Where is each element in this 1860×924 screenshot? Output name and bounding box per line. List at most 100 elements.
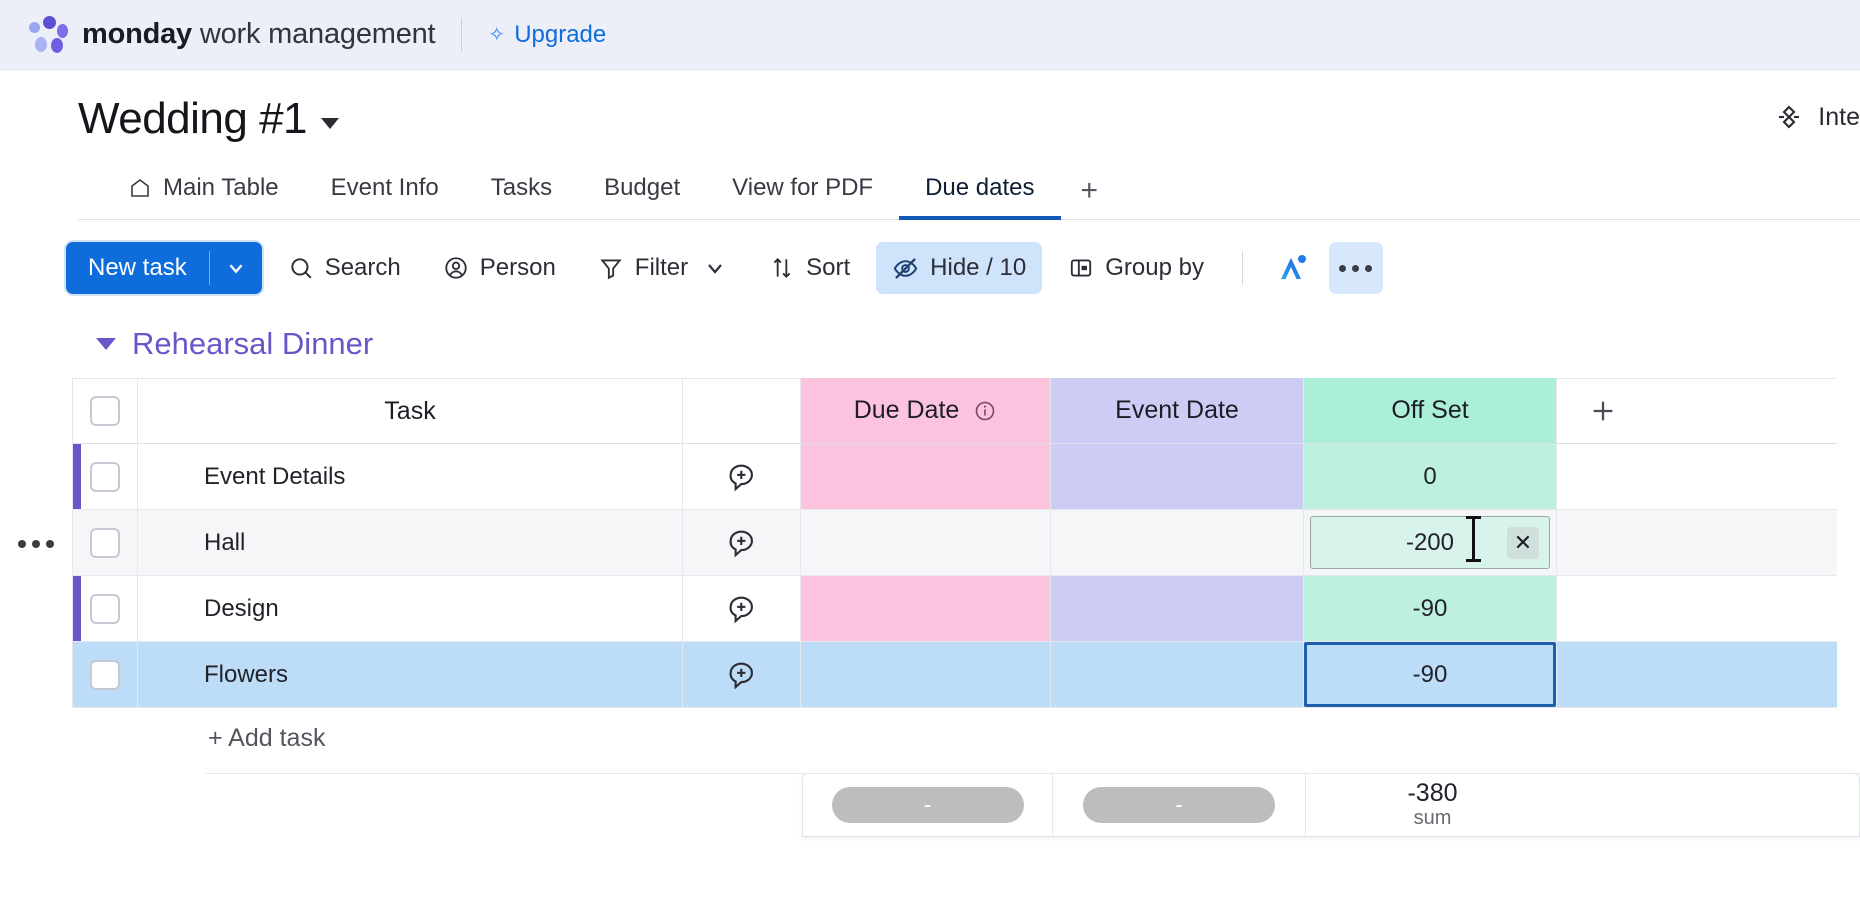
task-name: Hall [204,528,246,556]
tab-event-info[interactable]: Event Info [305,174,465,220]
tab-view-for-pdf[interactable]: View for PDF [706,174,899,220]
filter-button[interactable]: Filter [582,242,743,294]
select-all-cell[interactable] [72,378,138,445]
board-view-tabs: Main Table Event Info Tasks Budget View … [78,164,1860,221]
row-checkbox[interactable] [90,659,120,690]
tab-label: View for PDF [732,174,874,202]
board-table: Task Due Date Event Date Off Set Event D… [0,378,1860,753]
off-set-cell[interactable]: 0 [1304,444,1557,511]
chevron-down-icon [229,264,243,274]
add-task-button[interactable]: + Add task [20,708,1860,753]
summary-off-set[interactable]: -380 sum [1306,774,1559,836]
ai-assistant-button[interactable] [1265,242,1319,294]
row-select-cell[interactable] [72,642,138,709]
select-all-checkbox[interactable] [90,396,120,427]
row-select-cell[interactable] [72,510,138,577]
event-date-cell[interactable] [1051,444,1304,511]
updates-cell[interactable] [683,642,801,709]
brand-name: monday work management [82,18,436,51]
summary-row: - - -380 sum [802,773,1860,838]
new-task-button[interactable]: New task [66,242,262,295]
tab-main-table[interactable]: Main Table [102,174,305,220]
column-header-due-date[interactable]: Due Date [801,378,1051,445]
updates-cell[interactable] [683,576,801,643]
plus-icon [1593,401,1613,421]
updates-cell[interactable] [683,444,801,511]
off-set-value: 0 [1423,462,1437,490]
hide-columns-button[interactable]: Hide / 10 [876,242,1043,295]
add-column-button[interactable] [1557,378,1837,445]
search-icon [291,258,312,279]
chevron-down-icon [708,264,722,274]
board-header: Wedding #1 Inte Main Table Event Info Ta… [0,70,1860,221]
row-checkbox[interactable] [90,527,120,558]
more-options-button[interactable] [1328,242,1383,295]
off-set-cell[interactable]: -90 [1304,576,1557,643]
column-label: Task [384,396,436,425]
event-date-cell[interactable] [1051,642,1304,709]
row-checkbox[interactable] [90,461,120,492]
column-header-task[interactable]: Task [138,378,683,445]
chevron-down-icon[interactable] [96,338,116,351]
table-row[interactable]: Design -90 [72,576,1860,643]
integrate-button[interactable]: Inte [1774,102,1860,132]
summary-due-date[interactable]: - [803,774,1053,837]
clear-x-icon[interactable]: ✕ [1507,526,1539,559]
person-filter-button[interactable]: Person [427,242,572,294]
table-row[interactable]: Hall -200 ✕ [72,510,1860,577]
row-select-cell[interactable] [72,576,138,643]
summary-off-set-value: -380 [1407,779,1458,808]
group-by-button[interactable]: Group by [1052,242,1220,294]
task-name-cell[interactable]: Hall [138,510,683,577]
task-name: Event Details [204,462,346,490]
tab-label: Event Info [330,174,439,202]
group-header: Rehearsal Dinner [0,312,1860,378]
off-set-input[interactable]: -200 ✕ [1310,516,1550,570]
brand-bold: monday [82,18,192,50]
due-date-cell[interactable] [801,444,1051,511]
row-menu-icon[interactable] [18,540,54,549]
column-header-event-date[interactable]: Event Date [1051,378,1304,445]
empty-cell [1557,576,1837,643]
task-name-cell[interactable]: Event Details [138,444,683,511]
sort-label: Sort [806,254,851,282]
off-set-value: -90 [1412,660,1448,688]
task-name-cell[interactable]: Design [138,576,683,643]
task-name-cell[interactable]: Flowers [138,642,683,709]
upgrade-button[interactable]: ✧ Upgrade [488,21,606,49]
event-date-cell[interactable] [1051,510,1304,577]
board-toolbar: New task Search Person Filter Sort Hide … [0,220,1860,312]
off-set-cell-editing[interactable]: -200 ✕ [1304,510,1557,577]
off-set-value: -90 [1412,594,1448,622]
row-checkbox[interactable] [90,593,120,624]
tab-due-dates[interactable]: Due dates [899,174,1061,221]
due-date-cell[interactable] [801,510,1051,577]
chevron-down-icon[interactable] [321,117,340,129]
summary-event-date[interactable]: - [1053,774,1306,837]
off-set-cell-selected[interactable]: -90 [1304,642,1557,709]
group-by-label: Group by [1105,254,1204,282]
due-date-cell[interactable] [801,576,1051,643]
add-view-button[interactable]: + [1061,174,1119,220]
search-button[interactable]: Search [272,242,417,294]
updates-cell[interactable] [683,510,801,577]
due-date-cell[interactable] [801,642,1051,709]
sparkle-icon: ✧ [488,23,506,46]
task-name: Design [204,594,279,622]
column-header-updates [683,378,801,445]
column-header-off-set[interactable]: Off Set [1304,378,1557,445]
upgrade-label: Upgrade [514,20,607,48]
sort-button[interactable]: Sort [753,242,866,294]
table-header-row: Task Due Date Event Date Off Set [72,378,1860,445]
tab-tasks[interactable]: Tasks [465,174,578,220]
info-icon[interactable] [973,399,997,423]
add-update-icon [729,464,753,492]
table-row[interactable]: Flowers -90 [72,642,1860,709]
table-summary: - - -380 sum [72,773,1860,838]
table-row[interactable]: Event Details 0 [72,444,1860,511]
event-date-cell[interactable] [1051,576,1304,643]
eye-off-icon [893,257,918,279]
tab-budget[interactable]: Budget [578,174,706,220]
row-select-cell[interactable] [72,444,138,511]
new-task-dropdown[interactable] [210,242,262,294]
